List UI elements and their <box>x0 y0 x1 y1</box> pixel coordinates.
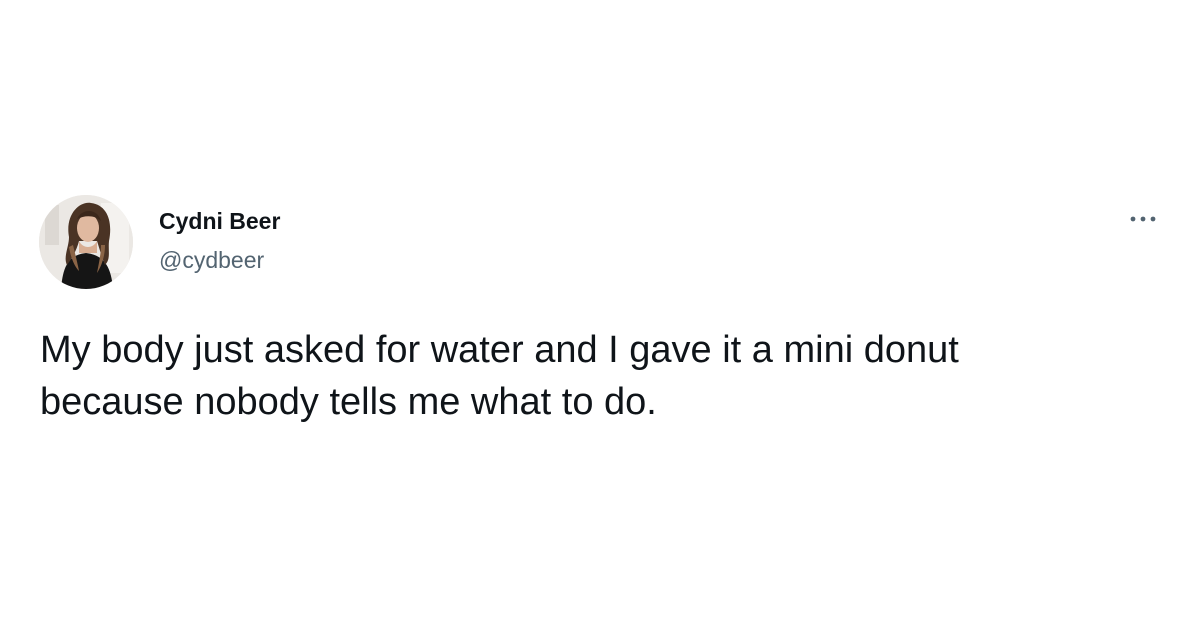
more-options-icon <box>1130 216 1156 222</box>
avatar[interactable] <box>39 195 133 289</box>
author-name[interactable]: Cydni Beer <box>159 210 280 233</box>
profile-photo-avatar-icon <box>39 195 133 289</box>
more-options-button[interactable] <box>1125 207 1161 231</box>
tweet-header: Cydni Beer @cydbeer <box>39 195 1161 291</box>
tweet-text: My body just asked for water and I gave … <box>40 324 1160 428</box>
tweet-text-line: My body just asked for water and I gave … <box>40 329 959 371</box>
author-handle[interactable]: @cydbeer <box>159 249 264 272</box>
tweet-text-line: because nobody tells me what to do. <box>40 381 657 423</box>
tweet-card: Cydni Beer @cydbeer My body just asked f… <box>0 0 1200 628</box>
